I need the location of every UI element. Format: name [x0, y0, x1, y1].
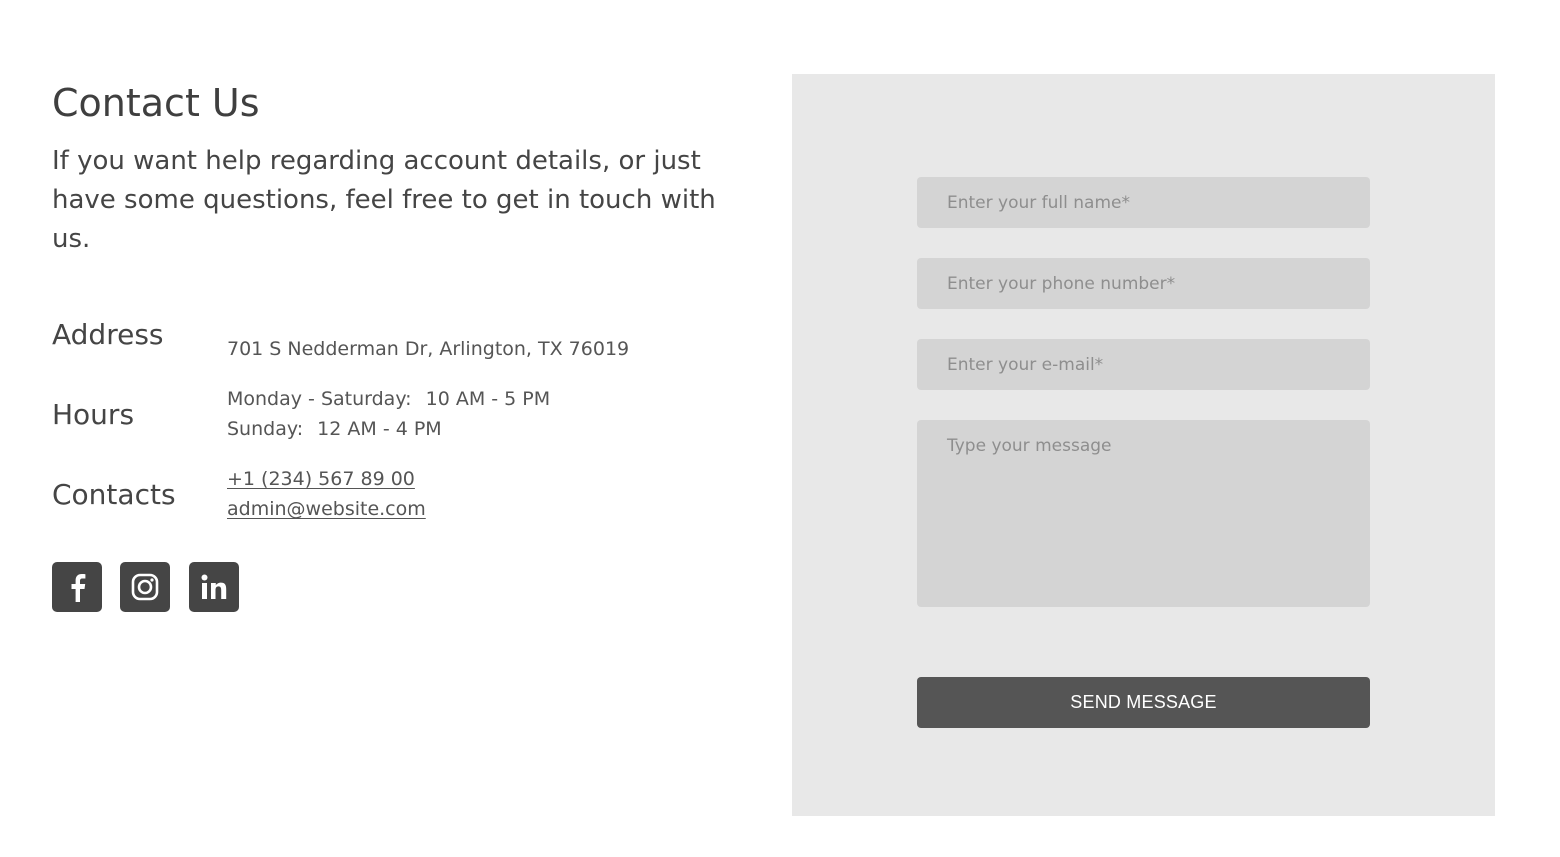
contact-page: Contact Us If you want help regarding ac…: [0, 0, 1560, 857]
page-title: Contact Us: [52, 81, 260, 125]
facebook-icon: [71, 574, 86, 602]
linkedin-icon: [201, 574, 227, 599]
hours-time: 12 AM - 4 PM: [317, 418, 442, 440]
contacts-label: Contacts: [52, 478, 176, 511]
phone-input[interactable]: [917, 258, 1370, 309]
social-links: [52, 562, 239, 612]
instagram-button[interactable]: [120, 562, 170, 612]
message-textarea[interactable]: [917, 420, 1370, 607]
hours-days: Monday - Saturday:: [227, 388, 412, 410]
hours-line-sunday: Sunday: 12 AM - 4 PM: [227, 414, 550, 444]
hours-value: Monday - Saturday: 10 AM - 5 PM Sunday: …: [227, 384, 550, 444]
linkedin-button[interactable]: [189, 562, 239, 612]
address-label: Address: [52, 318, 164, 351]
full-name-input[interactable]: [917, 177, 1370, 228]
hours-time: 10 AM - 5 PM: [425, 388, 551, 410]
hours-label: Hours: [52, 398, 135, 431]
email-link[interactable]: admin@website.com: [227, 494, 426, 524]
email-input[interactable]: [917, 339, 1370, 390]
contacts-value: +1 (234) 567 89 00 admin@website.com: [227, 464, 426, 524]
facebook-button[interactable]: [52, 562, 102, 612]
hours-line-weekdays: Monday - Saturday: 10 AM - 5 PM: [227, 384, 550, 414]
address-value: 701 S Nedderman Dr, Arlington, TX 76019: [227, 338, 630, 360]
hours-days: Sunday:: [227, 418, 304, 440]
instagram-icon: [131, 573, 159, 601]
contact-info-section: Contact Us If you want help regarding ac…: [52, 78, 762, 612]
send-message-button[interactable]: SEND MESSAGE: [917, 677, 1370, 728]
contact-form-panel: SEND MESSAGE: [792, 74, 1495, 816]
intro-text: If you want help regarding account detai…: [52, 146, 716, 254]
phone-link[interactable]: +1 (234) 567 89 00: [227, 464, 426, 494]
